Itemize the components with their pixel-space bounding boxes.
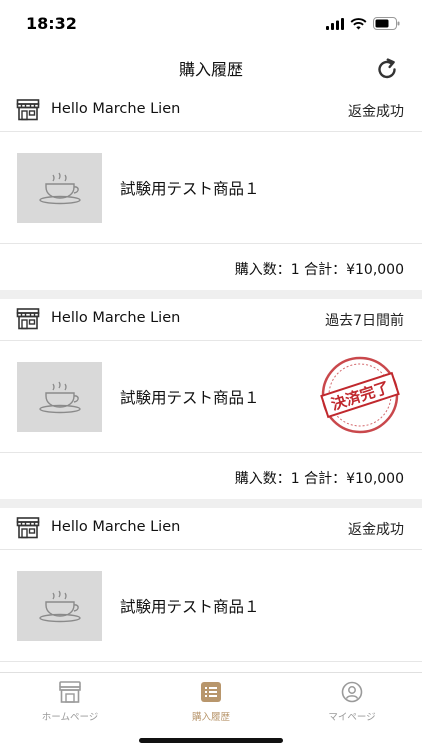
shop-name: Hello Marche Lien — [51, 101, 181, 117]
coffee-cup-icon — [38, 172, 81, 205]
order-summary: 購入数：1 合計：¥10,000 — [234, 471, 404, 487]
tab-home[interactable]: ホームページ — [0, 681, 140, 723]
order-card[interactable]: Hello Marche Lien 過去7日間前 試験用テスト商品１ 決済完了 — [0, 299, 422, 499]
status-icons — [326, 17, 400, 30]
home-indicator — [139, 738, 283, 743]
shop-icon — [16, 308, 40, 330]
shop-row: Hello Marche Lien 返金成功 — [0, 90, 422, 132]
item-row[interactable]: 試験用テスト商品１ 決済完了 — [0, 341, 422, 453]
page-title: 購入履歴 — [178, 60, 243, 79]
nav-bar: 購入履歴 — [0, 46, 422, 90]
shop-icon — [16, 517, 40, 539]
shop-name: Hello Marche Lien — [51, 310, 181, 326]
summary-row: 購入数：1 合計：¥10,000 — [0, 244, 422, 290]
tab-mypage[interactable]: マイページ — [282, 681, 422, 723]
list-icon — [201, 682, 221, 702]
wifi-icon — [350, 17, 367, 29]
coffee-cup-icon — [38, 381, 81, 414]
item-row[interactable]: 試験用テスト商品１ — [0, 132, 422, 244]
product-thumbnail — [17, 362, 102, 432]
signal-icon — [326, 17, 344, 30]
order-list[interactable]: Hello Marche Lien 返金成功 試験用テスト商品１ 購入数：1 合… — [0, 90, 422, 672]
home-icon — [59, 681, 81, 703]
tab-purchase-history-label: 購入履歴 — [191, 712, 230, 723]
payment-complete-stamp: 決済完了 — [320, 356, 400, 434]
shop-icon — [16, 99, 40, 121]
card-separator — [0, 290, 422, 299]
shop-row: Hello Marche Lien 過去7日間前 — [0, 299, 422, 341]
refresh-button[interactable] — [372, 54, 402, 84]
tab-mypage-label: マイページ — [328, 712, 376, 723]
profile-icon — [341, 681, 363, 703]
card-separator — [0, 499, 422, 508]
item-row[interactable]: 試験用テスト商品１ — [0, 550, 422, 662]
order-status: 過去7日間前 — [325, 313, 404, 329]
coffee-cup-icon — [38, 590, 81, 623]
summary-row: 購入数：1 合計：¥10,000 — [0, 453, 422, 499]
status-time: 18:32 — [26, 14, 77, 33]
product-name: 試験用テスト商品１ — [120, 389, 260, 407]
refresh-icon — [378, 58, 396, 79]
order-card[interactable]: Hello Marche Lien 返金成功 試験用テスト商品１ 購入数：1 合… — [0, 90, 422, 290]
order-status: 返金成功 — [348, 104, 404, 120]
status-bar: 18:32 — [0, 0, 422, 46]
order-card[interactable]: Hello Marche Lien 返金成功 試験用テスト商品１ — [0, 508, 422, 662]
shop-row: Hello Marche Lien 返金成功 — [0, 508, 422, 550]
product-thumbnail — [17, 571, 102, 641]
product-thumbnail — [17, 153, 102, 223]
battery-icon — [373, 17, 400, 30]
order-status: 返金成功 — [348, 522, 404, 538]
product-name: 試験用テスト商品１ — [120, 180, 260, 198]
tab-purchase-history[interactable]: 購入履歴 — [141, 681, 281, 723]
order-summary: 購入数：1 合計：¥10,000 — [234, 262, 404, 278]
tab-home-label: ホームページ — [41, 712, 99, 723]
shop-name: Hello Marche Lien — [51, 519, 181, 535]
product-name: 試験用テスト商品１ — [120, 598, 260, 616]
